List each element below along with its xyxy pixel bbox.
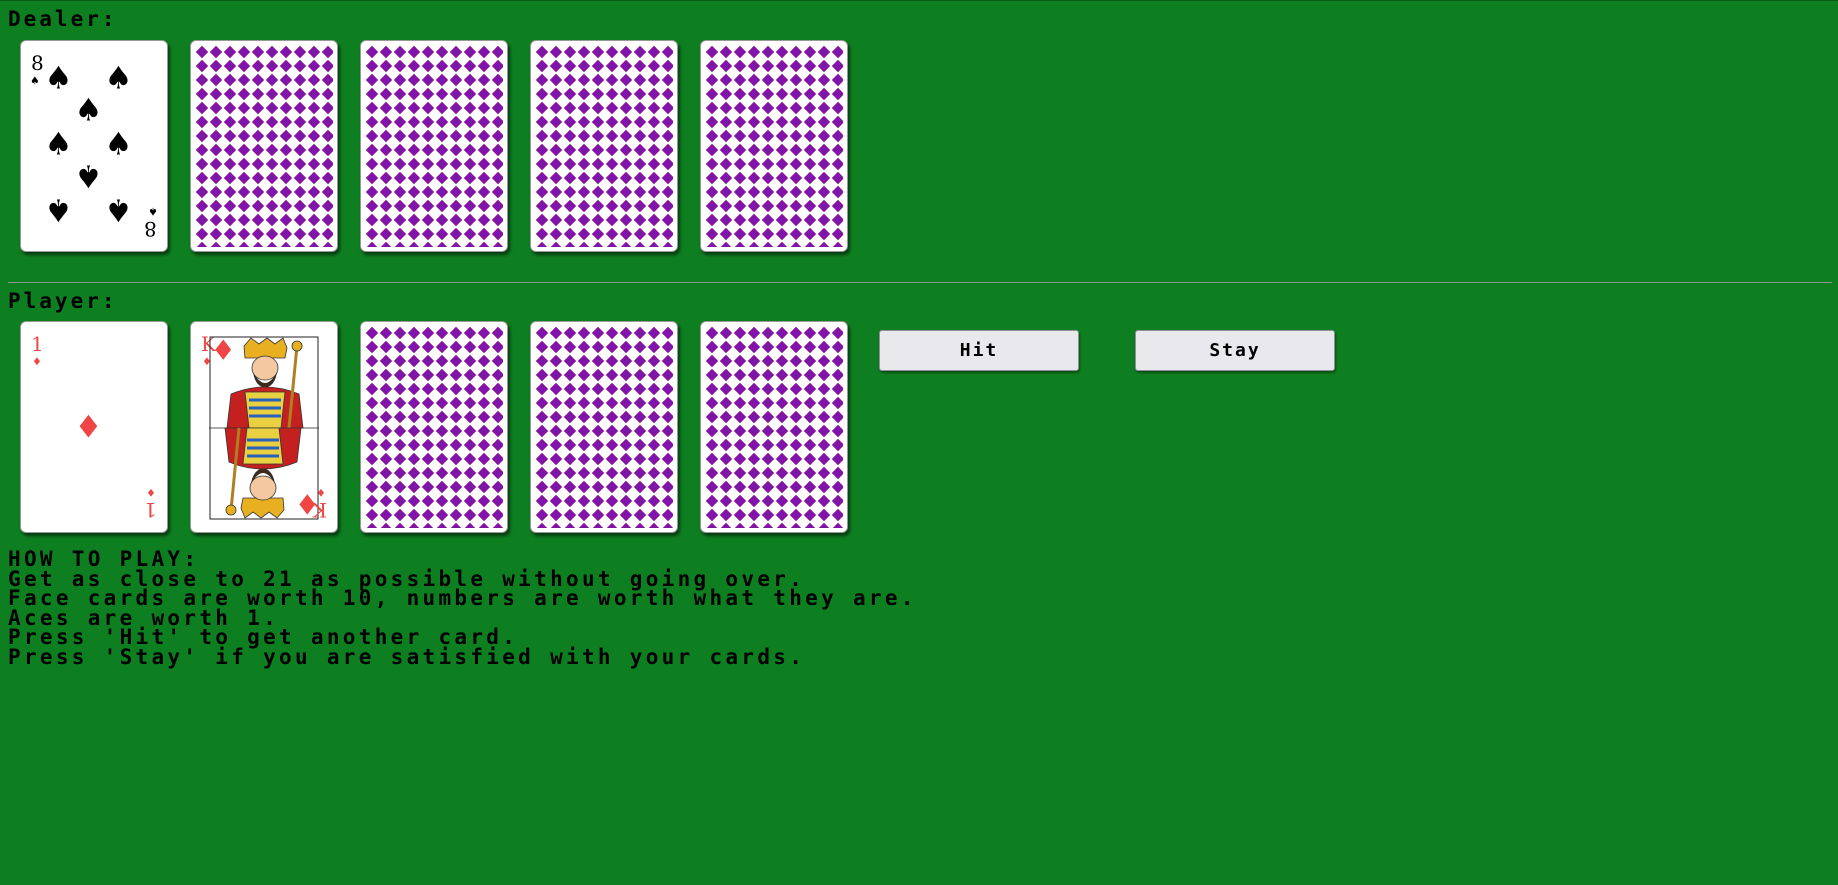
player-card-5 [700,321,848,533]
instruction-line: Press 'Stay' if you are satisfied with y… [8,644,806,669]
dealer-card-1: 8 ♠ 8 ♠ ♠ ♠ ♠ ♠ ♠ ♠ ♠ ♠ [20,40,168,252]
dealer-card-5 [700,40,848,252]
dealer-card-3 [360,40,508,252]
dealer-card-2 [190,40,338,252]
dealer-card-4 [530,40,678,252]
card-back-pattern [195,45,333,247]
spade-icon: ♠ [149,203,157,218]
dealer-hand: 8 ♠ 8 ♠ ♠ ♠ ♠ ♠ ♠ ♠ ♠ ♠ [20,40,848,252]
card-rank-bottom: 1 [144,498,157,522]
instructions: HOW TO PLAY: Get as close to 21 as possi… [8,549,917,669]
card-rank-bottom: K [312,498,327,522]
card-back-pattern [535,326,673,528]
diamond-icon: ♦ [147,484,155,499]
spade-icon: ♠ [107,122,130,166]
card-back-pattern [535,45,673,247]
top-border [0,0,1838,1]
player-card-4 [530,321,678,533]
spade-icon: ♠ [47,56,70,100]
section-divider [8,282,1832,283]
card-back-pattern [705,326,843,528]
card-rank-top: 1 [31,332,44,356]
player-label: Player: [8,289,118,313]
spade-icon: ♠ [107,56,130,100]
card-back-pattern [365,45,503,247]
card-rank-bottom: 8 [144,217,157,241]
player-card-1: 1 ♦ ♦ ♦ 1 [20,321,168,533]
player-hand: 1 ♦ ♦ ♦ 1 K ♦ ♦ ♦ ♦ K [20,321,848,533]
spade-icon: ♠ [77,154,100,198]
diamond-icon: ♦ [317,484,325,499]
card-back-pattern [365,326,503,528]
spade-icon: ♠ [31,74,39,89]
spade-icon: ♠ [77,88,100,132]
dealer-label: Dealer: [8,7,118,31]
card-rank-top: 8 [31,51,44,75]
diamond-icon: ♦ [77,405,100,449]
player-card-3 [360,321,508,533]
spade-icon: ♠ [47,188,70,232]
hit-button[interactable]: Hit [879,330,1079,371]
diamond-icon: ♦ [213,331,234,371]
card-back-pattern [705,45,843,247]
stay-button[interactable]: Stay [1135,330,1335,371]
spade-icon: ♠ [47,122,70,166]
spade-icon: ♠ [107,188,130,232]
player-card-2: K ♦ ♦ ♦ ♦ K [190,321,338,533]
diamond-icon: ♦ [33,355,41,370]
